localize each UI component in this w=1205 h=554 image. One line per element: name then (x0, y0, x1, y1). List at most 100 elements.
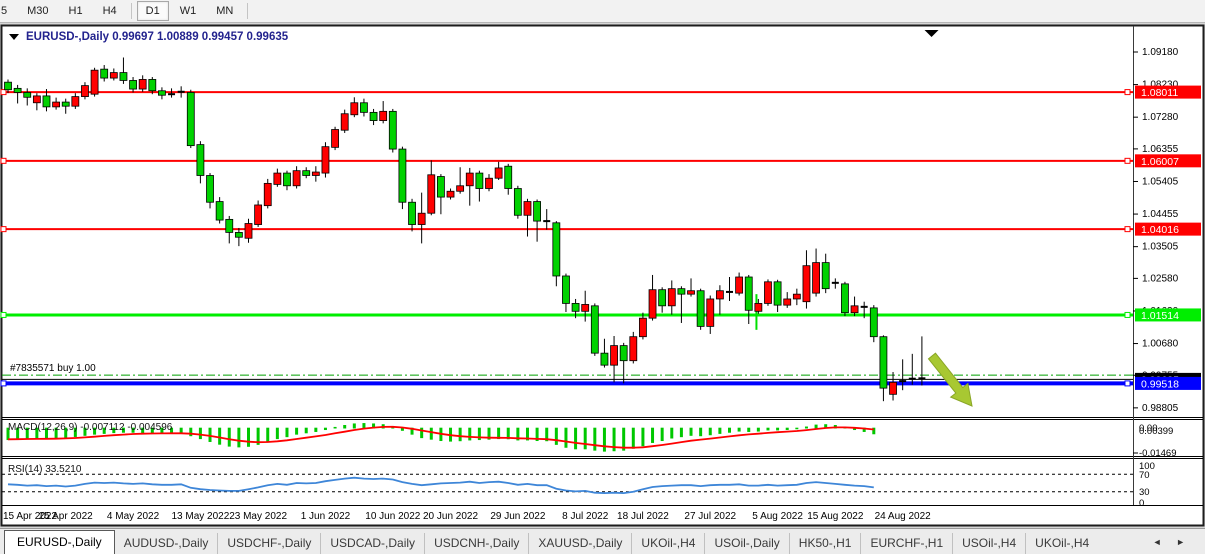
candle (130, 80, 137, 89)
line-handle[interactable] (1, 158, 6, 163)
price-label-0.99518: 0.99518 (1135, 377, 1201, 391)
candle (524, 202, 531, 216)
symbol-tab-ukoil-h4[interactable]: UKOil-,H4 (631, 533, 704, 554)
candle (110, 73, 117, 78)
candle-doji (918, 377, 925, 379)
candle (370, 112, 377, 120)
candle (33, 96, 40, 103)
line-handle[interactable] (1, 312, 6, 317)
line-handle[interactable] (1125, 158, 1130, 163)
symbol-tab-ukoil-h4[interactable]: UKOil-,H4 (1025, 533, 1098, 554)
price-tick-label: 1.05405 (1142, 176, 1179, 187)
line-handle[interactable] (1125, 90, 1130, 95)
candle (582, 304, 589, 311)
tab-scroll-arrows[interactable]: ◄ ► (1153, 537, 1191, 547)
candle (630, 337, 637, 361)
symbol-tab-usdcad-daily[interactable]: USDCAD-,Daily (320, 533, 424, 554)
candle-doji (899, 380, 906, 382)
price-label-1.06007: 1.06007 (1135, 154, 1201, 168)
candle (245, 224, 252, 239)
timeframe-button-5[interactable]: 5 (0, 1, 16, 21)
candle (745, 277, 752, 310)
candle (736, 277, 743, 293)
candle (360, 103, 367, 113)
candle (255, 205, 262, 225)
timeframe-button-mn[interactable]: MN (207, 1, 242, 21)
candle (659, 290, 666, 306)
rsi-axis-30: 30 (1139, 487, 1150, 498)
symbol-tab-usdcnh-daily[interactable]: USDCNH-,Daily (424, 533, 528, 554)
candle (437, 177, 444, 198)
candle (283, 173, 290, 186)
date-label: 15 Aug 2022 (807, 511, 864, 522)
candle (639, 318, 646, 337)
price-tick-label: 1.06355 (1142, 144, 1179, 155)
rsi-axis-70: 70 (1139, 470, 1150, 481)
candle (562, 276, 569, 303)
candle (755, 303, 762, 311)
candle (890, 382, 897, 394)
date-label: 13 May 2022 (171, 511, 229, 522)
line-handle[interactable] (1, 381, 6, 386)
line-handle[interactable] (1, 90, 6, 95)
date-label: 4 May 2022 (107, 511, 160, 522)
timeframe-button-m30[interactable]: M30 (18, 1, 57, 21)
candle (235, 232, 242, 237)
rsi-axis-0: 0 (1139, 498, 1144, 509)
date-label: 24 Aug 2022 (875, 511, 932, 522)
candle (716, 291, 723, 299)
candle (312, 172, 319, 175)
date-label: 1 Jun 2022 (301, 511, 351, 522)
symbol-tab-usoil-daily[interactable]: USOil-,Daily (704, 533, 788, 554)
date-label: 29 Jun 2022 (490, 511, 545, 522)
candle (495, 168, 502, 178)
candle (591, 306, 598, 353)
candle (466, 173, 473, 186)
timeframe-button-w1[interactable]: W1 (171, 1, 206, 21)
price-tick-label: 1.00680 (1142, 339, 1179, 350)
candle (678, 289, 685, 294)
price-tick-label: 1.09180 (1142, 47, 1179, 58)
candle (197, 145, 204, 176)
candle (207, 175, 214, 202)
symbol-tab-audusd-daily[interactable]: AUDUSD-,Daily (115, 533, 218, 554)
line-handle[interactable] (1125, 227, 1130, 232)
price-label-text: 1.01514 (1141, 310, 1179, 322)
candle (822, 263, 829, 289)
symbol-tab-xauusd-daily[interactable]: XAUUSD-,Daily (528, 533, 631, 554)
date-axis[interactable]: 15 Apr 202225 Apr 20224 May 202213 May 2… (3, 511, 931, 522)
candle (784, 299, 791, 305)
candle (534, 202, 541, 222)
candle (274, 173, 281, 184)
candle (351, 103, 358, 115)
candle (43, 96, 50, 107)
date-label: 10 Jun 2022 (365, 511, 420, 522)
candle (322, 147, 329, 173)
chart-canvas[interactable]: 1.091801.082301.072801.063551.054051.044… (0, 22, 1205, 528)
candle-doji (178, 91, 185, 93)
candle (418, 213, 425, 224)
macd-axis-max: 0.00399 (1139, 426, 1173, 437)
symbol-tab-eurchf-h1[interactable]: EURCHF-,H1 (860, 533, 952, 554)
line-handle[interactable] (1, 227, 6, 232)
candle (303, 171, 310, 176)
timeframe-button-d1[interactable]: D1 (137, 1, 169, 21)
date-label: 25 Apr 2022 (39, 511, 93, 522)
candle (120, 73, 127, 81)
candle (841, 284, 848, 313)
line-handle[interactable] (1125, 381, 1130, 386)
timeframe-button-h4[interactable]: H4 (94, 1, 126, 21)
candle (505, 166, 512, 188)
candle (572, 303, 579, 311)
timeframe-button-h1[interactable]: H1 (60, 1, 92, 21)
candle (851, 306, 858, 313)
candle (870, 308, 877, 337)
candle (332, 130, 339, 148)
candle (486, 178, 493, 188)
candle (62, 102, 69, 106)
symbol-tab-eurusd-daily[interactable]: EURUSD-,Daily (4, 530, 115, 554)
line-handle[interactable] (1125, 312, 1130, 317)
symbol-tab-usdchf-daily[interactable]: USDCHF-,Daily (217, 533, 320, 554)
symbol-tab-hk50-h1[interactable]: HK50-,H1 (789, 533, 861, 554)
symbol-tab-usoil-h4[interactable]: USOil-,H4 (952, 533, 1025, 554)
